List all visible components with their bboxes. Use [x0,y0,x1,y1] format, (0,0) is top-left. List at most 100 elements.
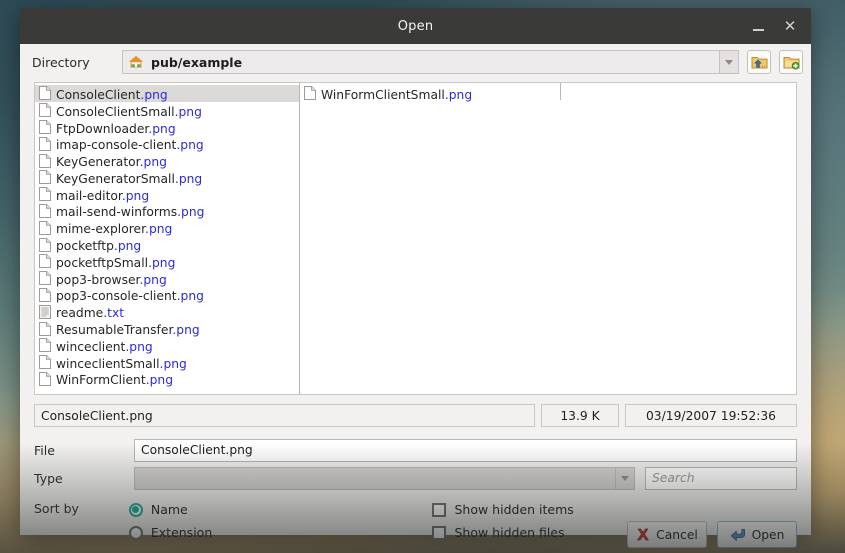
show-hidden-items-label: Show hidden items [454,502,573,517]
search-input[interactable]: Search [645,467,797,490]
file-list-item[interactable]: WinFormClientSmall.png [300,85,560,102]
radio-name-icon[interactable] [129,503,143,517]
search-placeholder: Search [652,471,695,485]
checkbox-hidden-files-icon[interactable] [432,526,446,540]
new-folder-button[interactable] [779,50,803,74]
column-divider-2[interactable] [560,83,561,100]
file-type-combobox[interactable] [134,467,635,490]
show-hidden-files-option[interactable]: Show hidden files [432,521,627,544]
sort-option-name[interactable]: Name [129,498,433,521]
sort-option-name-label: Name [151,502,188,517]
image-file-icon [39,86,51,100]
file-list-item[interactable]: ConsoleClient.png [35,85,299,102]
file-extension: .png [145,222,172,236]
image-file-icon [39,338,51,352]
file-list-item[interactable]: imap-console-client.png [35,135,299,152]
minimize-button[interactable] [743,11,773,41]
file-list-item[interactable]: ResumableTransfer.png [35,320,299,337]
file-list-item[interactable]: winceclientSmall.png [35,354,299,371]
status-filedate: 03/19/2007 19:52:36 [625,404,797,427]
file-list-item[interactable]: ConsoleClientSmall.png [35,102,299,119]
directory-path: pub/example [151,55,242,70]
type-label: Type [34,471,134,486]
close-icon: ✕ [784,17,797,35]
sort-option-extension-label: Extension [151,525,212,540]
image-file-icon [39,355,51,369]
image-file-icon [39,288,51,302]
file-extension: .png [177,205,204,219]
file-list-item[interactable]: pop3-browser.png [35,270,299,287]
image-file-icon [39,204,51,218]
file-list-item[interactable]: pocketftpSmall.png [35,253,299,270]
file-list-item[interactable]: mime-explorer.png [35,219,299,236]
status-bar: ConsoleClient.png 13.9 K 03/19/2007 19:5… [34,404,797,427]
image-file-icon [39,137,51,151]
file-list-item[interactable]: winceclient.png [35,337,299,354]
cancel-x-icon [636,528,650,542]
window-title: Open [20,19,811,34]
radio-extension-icon[interactable] [129,526,143,540]
minimize-icon [753,29,764,31]
file-extension: .png [445,88,472,102]
open-button[interactable]: Open [717,521,797,548]
file-list-item[interactable]: mail-editor.png [35,186,299,203]
file-extension: .png [177,289,204,303]
image-file-icon [39,238,51,252]
file-name-input[interactable]: ConsoleClient.png [134,439,797,462]
image-file-icon [39,154,51,168]
file-list-item[interactable]: KeyGenerator.png [35,152,299,169]
cancel-button[interactable]: Cancel [627,521,707,548]
file-list-item[interactable]: readme.txt [35,303,299,320]
image-file-icon [39,254,51,268]
image-file-icon [39,322,51,336]
window-titlebar: Open ✕ [20,8,811,44]
file-list[interactable]: ConsoleClient.pngConsoleClientSmall.pngF… [34,82,797,395]
file-extension: .png [175,172,202,186]
directory-label: Directory [32,55,114,70]
open-button-label: Open [752,528,785,542]
checkbox-hidden-items-icon[interactable] [432,503,446,517]
options-row: Sort by Name Extension Show hidden items [34,498,797,548]
file-list-item[interactable]: WinFormClient.png [35,371,299,388]
file-list-item-label: WinFormClient.png [56,369,173,388]
up-directory-button[interactable]: .. [747,50,771,74]
file-list-item[interactable]: KeyGeneratorSmall.png [35,169,299,186]
window-controls: ✕ [743,8,805,44]
type-chevron-down-icon[interactable] [615,468,634,489]
image-file-icon [39,170,51,184]
desktop-background: Open ✕ Directory [0,0,845,553]
sort-by-label: Sort by [34,498,129,516]
sort-option-extension[interactable]: Extension [129,521,433,544]
file-extension: .png [172,323,199,337]
file-list-item[interactable]: pocketftp.png [35,236,299,253]
show-hidden-files-label: Show hidden files [454,525,564,540]
svg-text:..: .. [761,62,765,69]
file-list-item[interactable]: mail-send-winforms.png [35,203,299,220]
directory-combobox[interactable]: pub/example [122,50,739,74]
cancel-button-label: Cancel [656,528,698,542]
file-extension: .png [175,105,202,119]
close-button[interactable]: ✕ [775,11,805,41]
file-list-item[interactable]: pop3-console-client.png [35,287,299,304]
file-label: File [34,443,134,458]
show-hidden-items-option[interactable]: Show hidden items [432,498,627,521]
image-file-icon [39,120,51,134]
dialog-form: File ConsoleClient.png Type Search Sort … [20,427,811,548]
status-filesize: 13.9 K [541,404,619,427]
file-basename: WinFormClient [56,373,146,387]
directory-bar: Directory pub/example [20,44,811,80]
column-divider-1[interactable] [299,83,300,394]
open-arrow-icon [730,528,746,542]
image-file-icon [39,221,51,235]
status-filename: ConsoleClient.png [34,404,535,427]
file-row: File ConsoleClient.png [34,436,797,464]
sort-by-radio-group: Name Extension [129,498,433,544]
file-list-item[interactable]: FtpDownloader.png [35,119,299,136]
text-file-icon [39,305,51,319]
file-extension: .png [146,373,173,387]
file-basename: WinFormClientSmall [321,88,445,102]
file-list-item-label: WinFormClientSmall.png [321,84,472,103]
file-list-column-2: WinFormClientSmall.png [300,85,560,102]
image-file-icon [304,86,316,100]
chevron-down-icon[interactable] [719,51,738,73]
